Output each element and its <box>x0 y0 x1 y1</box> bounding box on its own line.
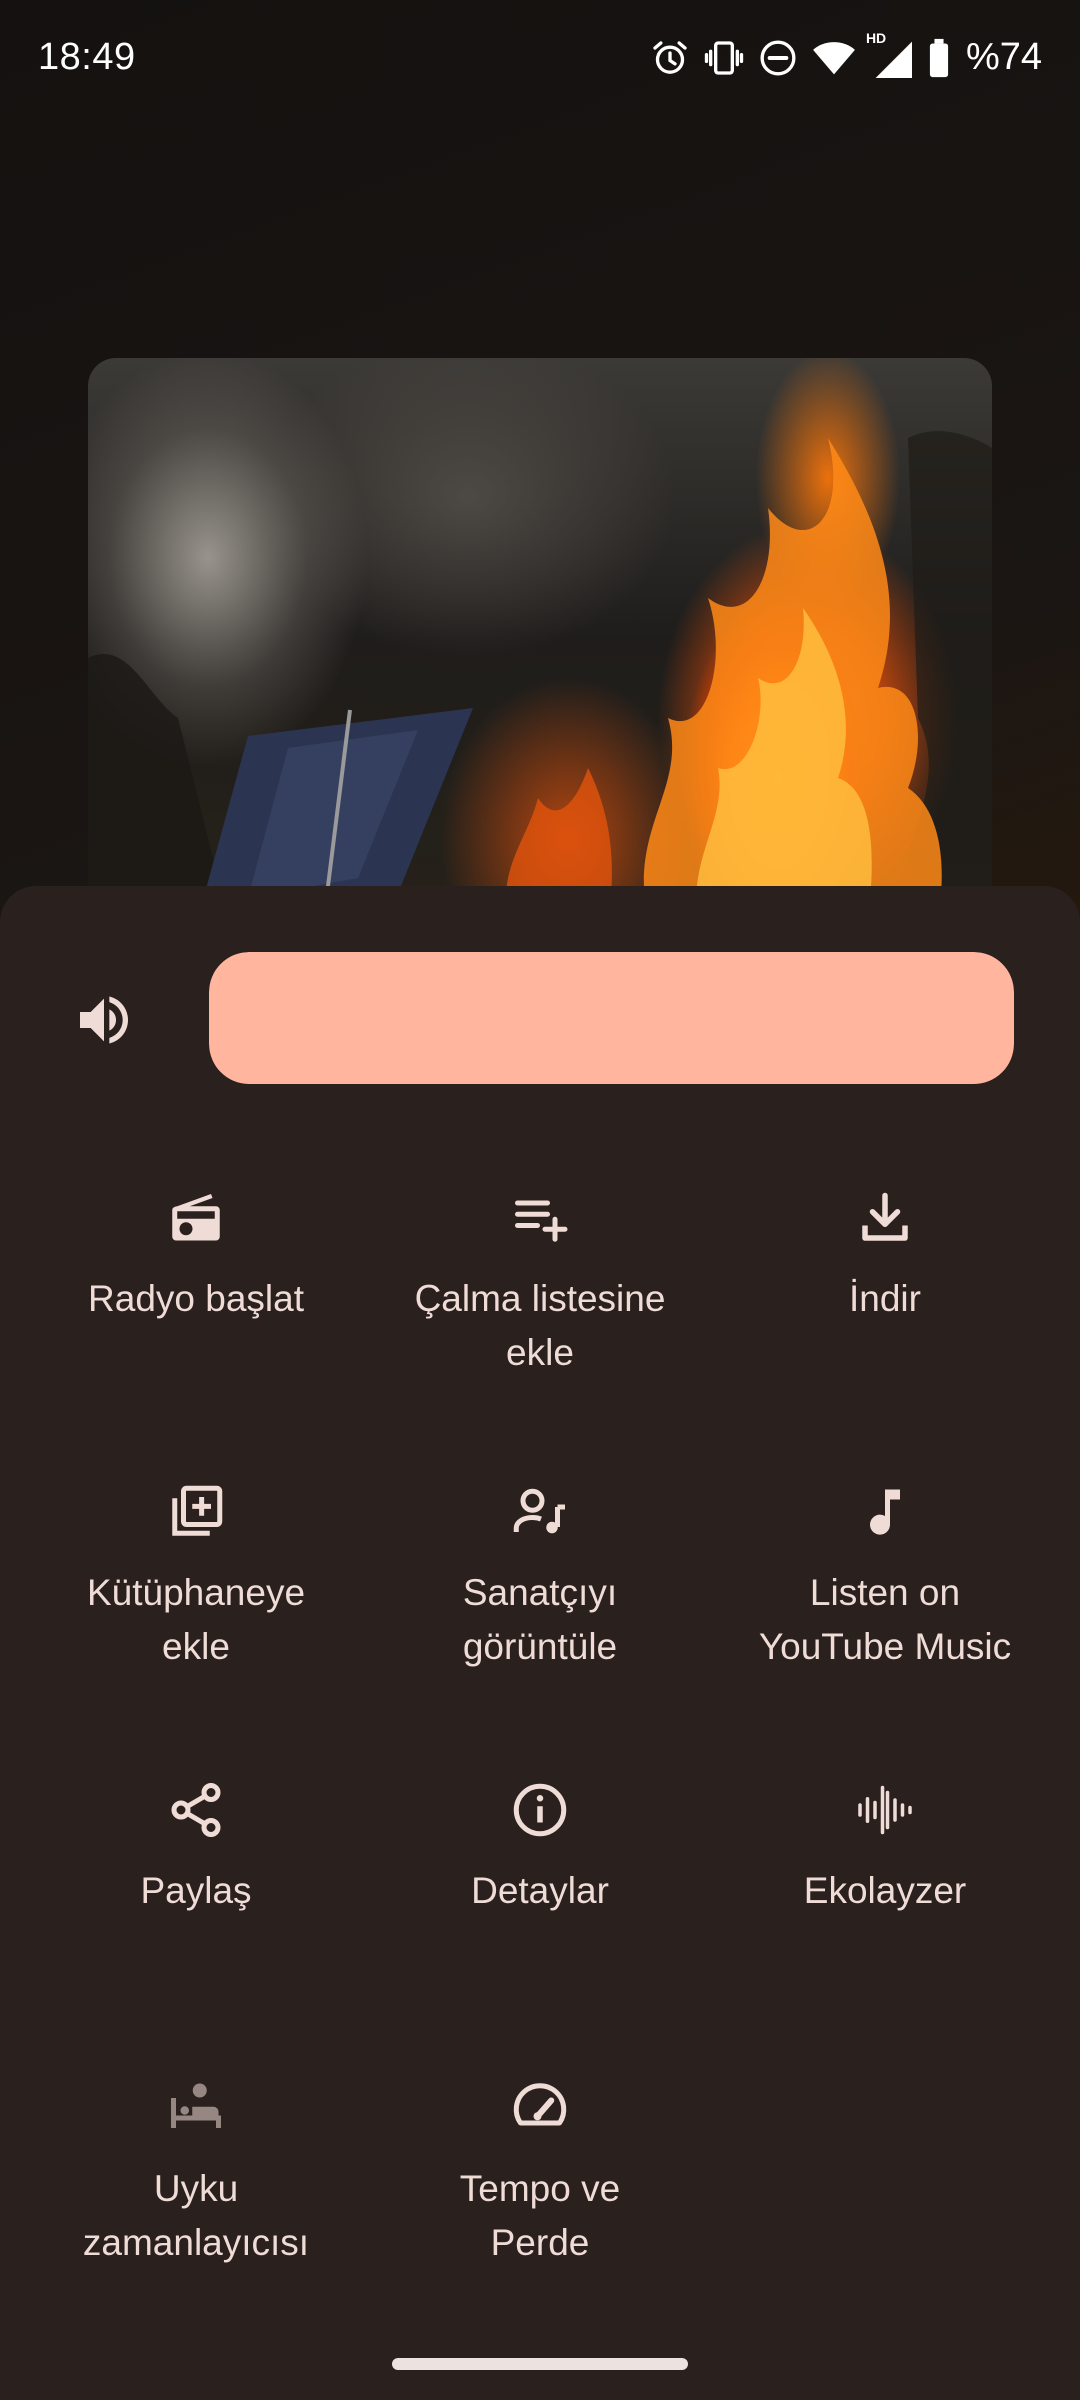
alarm-icon <box>650 38 690 78</box>
view-artist-label: Sanatçıyı görüntüle <box>462 1572 618 1667</box>
sleep-timer-button[interactable]: Uyku zamanlayıcısı <box>26 2076 366 2270</box>
tempo-pitch-label: Tempo ve Perde <box>459 2168 621 2263</box>
vibrate-icon <box>704 38 744 78</box>
add-to-library-button[interactable]: Kütüphaneye ekle <box>26 1480 366 1674</box>
start-radio-button[interactable]: Radyo başlat <box>26 1186 366 1326</box>
share-icon <box>164 1778 228 1842</box>
hd-label: HD <box>865 29 887 46</box>
download-button[interactable]: İndir <box>715 1186 1055 1326</box>
equalizer-button[interactable]: Ekolayzer <box>715 1778 1055 1918</box>
library-add-icon <box>164 1480 228 1544</box>
radio-icon <box>164 1186 228 1250</box>
status-icons: HD %74 <box>650 30 1042 79</box>
playlist-add-icon <box>508 1186 572 1250</box>
details-button[interactable]: Detaylar <box>370 1778 710 1918</box>
download-icon <box>853 1186 917 1250</box>
now-playing-screen: 18:49 HD %74 Radyo başlat Çalma listesin… <box>0 0 1080 2400</box>
options-sheet: Radyo başlat Çalma listesine ekle İndir … <box>0 886 1080 2400</box>
album-art <box>88 358 992 918</box>
artist-icon <box>508 1480 572 1544</box>
volume-slider[interactable] <box>209 952 1014 1084</box>
info-icon <box>508 1778 572 1842</box>
share-button[interactable]: Paylaş <box>26 1778 366 1918</box>
sleep-timer-label: Uyku zamanlayıcısı <box>82 2168 310 2263</box>
home-indicator[interactable] <box>392 2358 688 2370</box>
add-to-playlist-button[interactable]: Çalma listesine ekle <box>370 1186 710 1380</box>
listen-youtube-music-label: Listen on YouTube Music <box>758 1572 1012 1667</box>
volume-up-icon[interactable] <box>72 988 136 1052</box>
hd-signal-icon: HD <box>866 30 914 78</box>
battery-percent: %74 <box>965 36 1042 78</box>
volume-slider-fill <box>209 952 1014 1084</box>
listen-youtube-music-button[interactable]: Listen on YouTube Music <box>715 1480 1055 1674</box>
share-label: Paylaş <box>140 1870 252 1911</box>
equalizer-label: Ekolayzer <box>803 1870 967 1911</box>
add-to-library-label: Kütüphaneye ekle <box>86 1572 306 1667</box>
tempo-pitch-button[interactable]: Tempo ve Perde <box>370 2076 710 2270</box>
wifi-icon <box>812 38 856 78</box>
do-not-disturb-icon <box>758 38 798 78</box>
status-bar: 18:49 HD %74 <box>0 0 1080 120</box>
status-time: 18:49 <box>38 36 136 78</box>
view-artist-button[interactable]: Sanatçıyı görüntüle <box>370 1480 710 1674</box>
speed-icon <box>508 2076 572 2140</box>
equalizer-icon <box>853 1778 917 1842</box>
music-note-icon <box>853 1480 917 1544</box>
download-label: İndir <box>849 1278 921 1319</box>
sleep-timer-icon <box>164 2076 228 2140</box>
add-to-playlist-label: Çalma listesine ekle <box>414 1278 666 1373</box>
battery-icon <box>928 38 950 78</box>
details-label: Detaylar <box>471 1870 609 1911</box>
start-radio-label: Radyo başlat <box>88 1278 304 1319</box>
